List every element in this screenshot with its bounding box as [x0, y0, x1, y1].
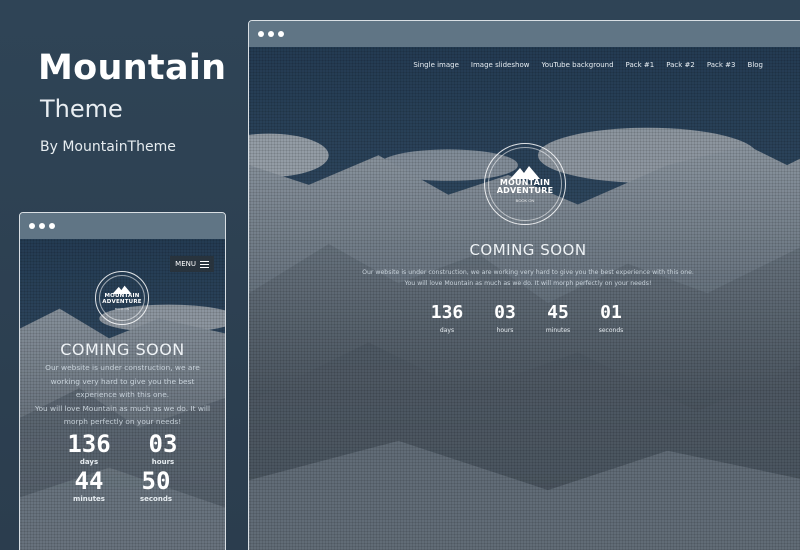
construction-message-line-1: Our website is under construction, we ar…	[45, 363, 200, 399]
desktop-hero: Single image Image slideshow YouTube bac…	[249, 47, 800, 550]
hamburger-icon	[200, 260, 209, 268]
nav-item-image-slideshow[interactable]: Image slideshow	[471, 61, 530, 69]
window-dot-icon	[29, 223, 35, 229]
mountain-peak-icon	[112, 285, 132, 294]
construction-message: Our website is under construction, we ar…	[20, 361, 225, 429]
countdown-seconds: 01 seconds	[591, 302, 631, 335]
mountain-peak-icon	[510, 166, 540, 179]
countdown-days: 136 days	[64, 432, 114, 466]
nav-item-pack-3[interactable]: Pack #3	[707, 61, 736, 69]
nav-item-blog[interactable]: Blog	[748, 61, 763, 69]
countdown-days-label: days	[79, 458, 99, 466]
brand-logo: MOUNTAIN ADVENTURE BOOK ON	[484, 143, 566, 225]
nav-item-single-image[interactable]: Single image	[413, 61, 459, 69]
coming-soon-heading: COMING SOON	[60, 340, 185, 359]
coming-soon-heading: COMING SOON	[469, 241, 587, 259]
logo-line-3: BOOK ON	[515, 198, 535, 203]
countdown-minutes: 44 minutes	[64, 469, 114, 503]
countdown-hours-value: 03	[148, 430, 178, 458]
construction-message-line-2: You will love Mountain as much as we do.…	[34, 403, 211, 427]
menu-button-label: MENU	[175, 260, 196, 268]
desktop-window-bar	[249, 21, 800, 47]
hero-overlay	[249, 47, 800, 550]
mobile-browser-frame: MENU MOUNTAIN ADVENTURE BOOK ON COMING S…	[19, 212, 226, 550]
countdown-seconds-value: 01	[600, 302, 622, 323]
countdown-days: 136 days	[427, 302, 467, 335]
countdown-hours-value: 03	[494, 302, 516, 323]
countdown-minutes-value: 44	[74, 467, 104, 495]
countdown-seconds-label: seconds	[139, 495, 173, 503]
window-dot-icon	[258, 31, 264, 37]
window-dot-icon	[39, 223, 45, 229]
logo-line-2: ADVENTURE	[102, 298, 142, 305]
desktop-nav: Single image Image slideshow YouTube bac…	[413, 61, 763, 69]
promo-author: By MountainTheme	[40, 139, 176, 155]
nav-item-pack-1[interactable]: Pack #1	[626, 61, 655, 69]
countdown-minutes-label: minutes	[73, 495, 105, 503]
logo-line-1: MOUNTAIN	[499, 178, 551, 187]
countdown-days-value: 136	[67, 430, 111, 458]
desktop-browser-frame: Single image Image slideshow YouTube bac…	[248, 20, 800, 550]
mobile-window-bar	[20, 213, 225, 239]
construction-message-line-1: Our website is under construction, we ar…	[362, 269, 694, 276]
countdown-days-value: 136	[430, 302, 464, 323]
construction-message-line-2: You will love Mountain as much as we do.…	[404, 280, 652, 287]
promo-title: Mountain	[38, 48, 227, 88]
countdown-minutes: 45 minutes	[538, 302, 578, 335]
promo-subtitle: Theme	[40, 95, 123, 123]
countdown-days-label: days	[439, 327, 455, 334]
countdown-seconds: 50 seconds	[131, 469, 181, 503]
window-dot-icon	[268, 31, 274, 37]
countdown-hours: 03 hours	[138, 432, 188, 466]
countdown-hours-label: hours	[151, 458, 175, 466]
countdown-seconds-value: 50	[141, 467, 171, 495]
brand-logo: MOUNTAIN ADVENTURE BOOK ON	[95, 271, 149, 325]
logo-line-3: BOOK ON	[114, 307, 129, 311]
nav-item-pack-2[interactable]: Pack #2	[666, 61, 695, 69]
logo-line-2: ADVENTURE	[496, 186, 554, 195]
nav-item-youtube-background[interactable]: YouTube background	[541, 61, 613, 69]
countdown-minutes-label: minutes	[545, 327, 571, 334]
countdown-hours: 03 hours	[485, 302, 525, 335]
countdown-hours-label: hours	[496, 327, 514, 334]
logo-line-1: MOUNTAIN	[104, 293, 140, 299]
countdown-minutes-value: 45	[547, 302, 569, 323]
window-dot-icon	[278, 31, 284, 37]
construction-message: Our website is under construction, we ar…	[249, 267, 800, 289]
mobile-hero: MENU MOUNTAIN ADVENTURE BOOK ON COMING S…	[20, 239, 225, 550]
menu-button[interactable]: MENU	[170, 256, 214, 272]
countdown-seconds-label: seconds	[598, 327, 624, 334]
window-dot-icon	[49, 223, 55, 229]
